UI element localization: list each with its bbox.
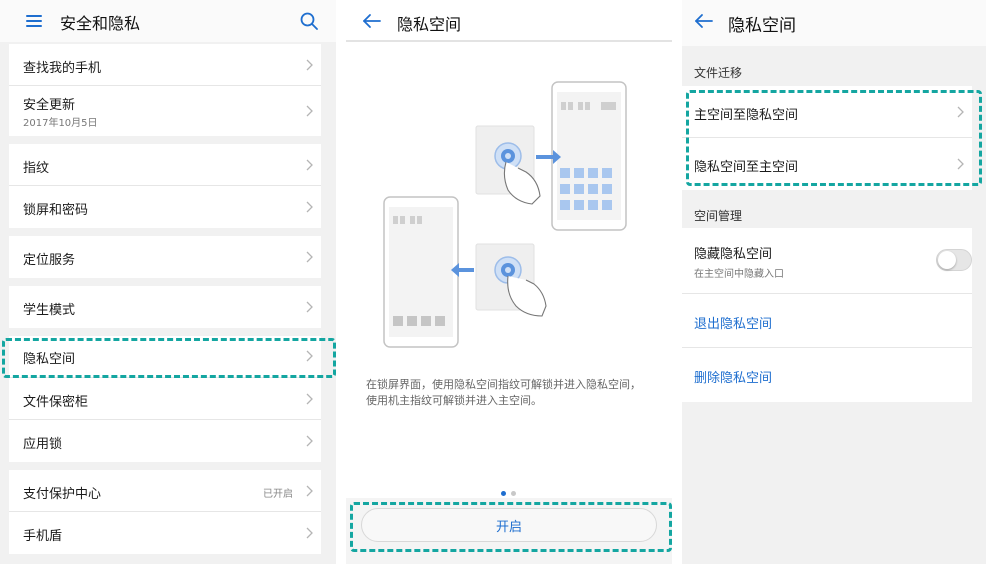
settings-row-find-phone[interactable]: 查找我的手机 [9, 44, 321, 86]
settings-group: 学生模式 [9, 286, 321, 328]
chevron-right-icon [306, 435, 313, 447]
fingerprint-switch-illustration [383, 81, 627, 348]
settings-group: 指纹 锁屏和密码 [9, 144, 321, 228]
list-item-hide-private-space[interactable]: 隐藏隐私空间 在主空间中隐藏入口 [682, 228, 972, 294]
settings-row-private-space[interactable]: 隐私空间 [9, 336, 321, 378]
row-label: 隐藏隐私空间 [694, 247, 773, 262]
private-space-settings-screen: 隐私空间 文件迁移 主空间至隐私空间 隐私空间至主空间 空间管理 隐藏隐私空间 … [682, 0, 986, 564]
enable-button[interactable]: 开启 [361, 508, 657, 542]
settings-row-file-safe[interactable]: 文件保密柜 [9, 378, 321, 420]
chevron-right-icon [306, 301, 313, 313]
app-bar: 隐私空间 [682, 0, 986, 46]
chevron-right-icon [306, 59, 313, 71]
chevron-right-icon [306, 350, 313, 362]
exit-private-space-link[interactable]: 退出隐私空间 [682, 294, 972, 348]
hamburger-icon[interactable] [26, 15, 42, 27]
settings-group: 隐私空间 文件保密柜 应用锁 [9, 336, 321, 462]
settings-row-student-mode[interactable]: 学生模式 [9, 286, 321, 328]
settings-row-app-lock[interactable]: 应用锁 [9, 420, 321, 462]
toggle-knob [938, 251, 956, 269]
row-label: 安全更新 [23, 98, 76, 113]
page-title: 隐私空间 [728, 16, 796, 36]
section-header: 空间管理 [694, 209, 743, 223]
row-subtitle: 在主空间中隐藏入口 [694, 269, 784, 280]
page-title: 隐私空间 [397, 15, 462, 34]
chevron-right-icon [306, 485, 313, 497]
security-privacy-screen: 安全和隐私 查找我的手机 安全更新 2017年10月5日 指纹 锁屏和密码 定位… [0, 0, 336, 564]
page-dot-active [501, 491, 506, 496]
delete-private-space-link[interactable]: 删除隐私空间 [682, 348, 972, 402]
settings-row-phone-shield[interactable]: 手机盾 [9, 512, 321, 554]
row-label: 手机盾 [23, 529, 63, 544]
page-indicator [496, 490, 526, 498]
settings-group: 支付保护中心 已开启 手机盾 [9, 470, 321, 554]
row-label: 删除隐私空间 [694, 371, 773, 386]
list-item-main-to-private[interactable]: 主空间至隐私空间 [682, 86, 972, 138]
settings-row-security-update[interactable]: 安全更新 2017年10月5日 [9, 86, 321, 136]
bottom-bar: 开启 [346, 498, 672, 564]
row-label: 支付保护中心 [23, 487, 102, 502]
row-label: 指纹 [23, 161, 50, 176]
chevron-right-icon [306, 393, 313, 405]
row-label: 查找我的手机 [23, 61, 102, 76]
settings-group: 定位服务 [9, 236, 321, 278]
list-item-private-to-main[interactable]: 隐私空间至主空间 [682, 138, 972, 190]
hide-space-toggle[interactable] [936, 249, 972, 271]
back-arrow-icon[interactable] [694, 13, 714, 29]
row-label: 学生模式 [23, 303, 76, 318]
chevron-right-icon [306, 159, 313, 171]
chevron-right-icon [306, 251, 313, 263]
row-label: 退出隐私空间 [694, 317, 773, 332]
chevron-right-icon [957, 106, 964, 118]
file-migration-group: 主空间至隐私空间 隐私空间至主空间 [682, 86, 972, 190]
chevron-right-icon [306, 201, 313, 213]
row-label: 应用锁 [23, 437, 63, 452]
status-badge: 已开启 [263, 489, 293, 500]
intro-description: 在锁屏界面，使用隐私空间指纹可解锁并进入隐私空间，使用机主指纹可解锁并进入主空间… [366, 378, 641, 407]
section-header: 文件迁移 [694, 66, 743, 80]
chevron-right-icon [306, 527, 313, 539]
settings-row-location[interactable]: 定位服务 [9, 236, 321, 278]
chevron-right-icon [306, 105, 313, 117]
app-bar: 隐私空间 [346, 0, 672, 42]
row-label: 隐私空间至主空间 [694, 160, 799, 175]
row-subtitle: 2017年10月5日 [23, 118, 98, 129]
settings-row-fingerprint[interactable]: 指纹 [9, 144, 321, 186]
settings-row-lockscreen[interactable]: 锁屏和密码 [9, 186, 321, 228]
row-label: 主空间至隐私空间 [694, 108, 799, 123]
settings-row-payment-protection[interactable]: 支付保护中心 已开启 [9, 470, 321, 512]
private-space-intro-screen: 隐私空间 在锁屏界面，使用隐私空间指纹可解锁并进入隐私空间，使用机主指纹可解锁并… [346, 0, 672, 564]
search-icon[interactable] [300, 12, 318, 30]
enable-button-label: 开启 [495, 519, 522, 535]
page-title: 安全和隐私 [60, 14, 141, 33]
back-arrow-icon[interactable] [362, 13, 382, 29]
settings-group: 查找我的手机 安全更新 2017年10月5日 [9, 44, 321, 136]
space-management-group: 隐藏隐私空间 在主空间中隐藏入口 退出隐私空间 删除隐私空间 [682, 228, 972, 402]
row-label: 文件保密柜 [23, 395, 89, 410]
row-label: 锁屏和密码 [23, 203, 89, 218]
page-dot [511, 491, 516, 496]
app-bar: 安全和隐私 [0, 0, 336, 42]
row-label: 定位服务 [23, 253, 76, 268]
row-label: 隐私空间 [23, 352, 76, 367]
chevron-right-icon [957, 158, 964, 170]
